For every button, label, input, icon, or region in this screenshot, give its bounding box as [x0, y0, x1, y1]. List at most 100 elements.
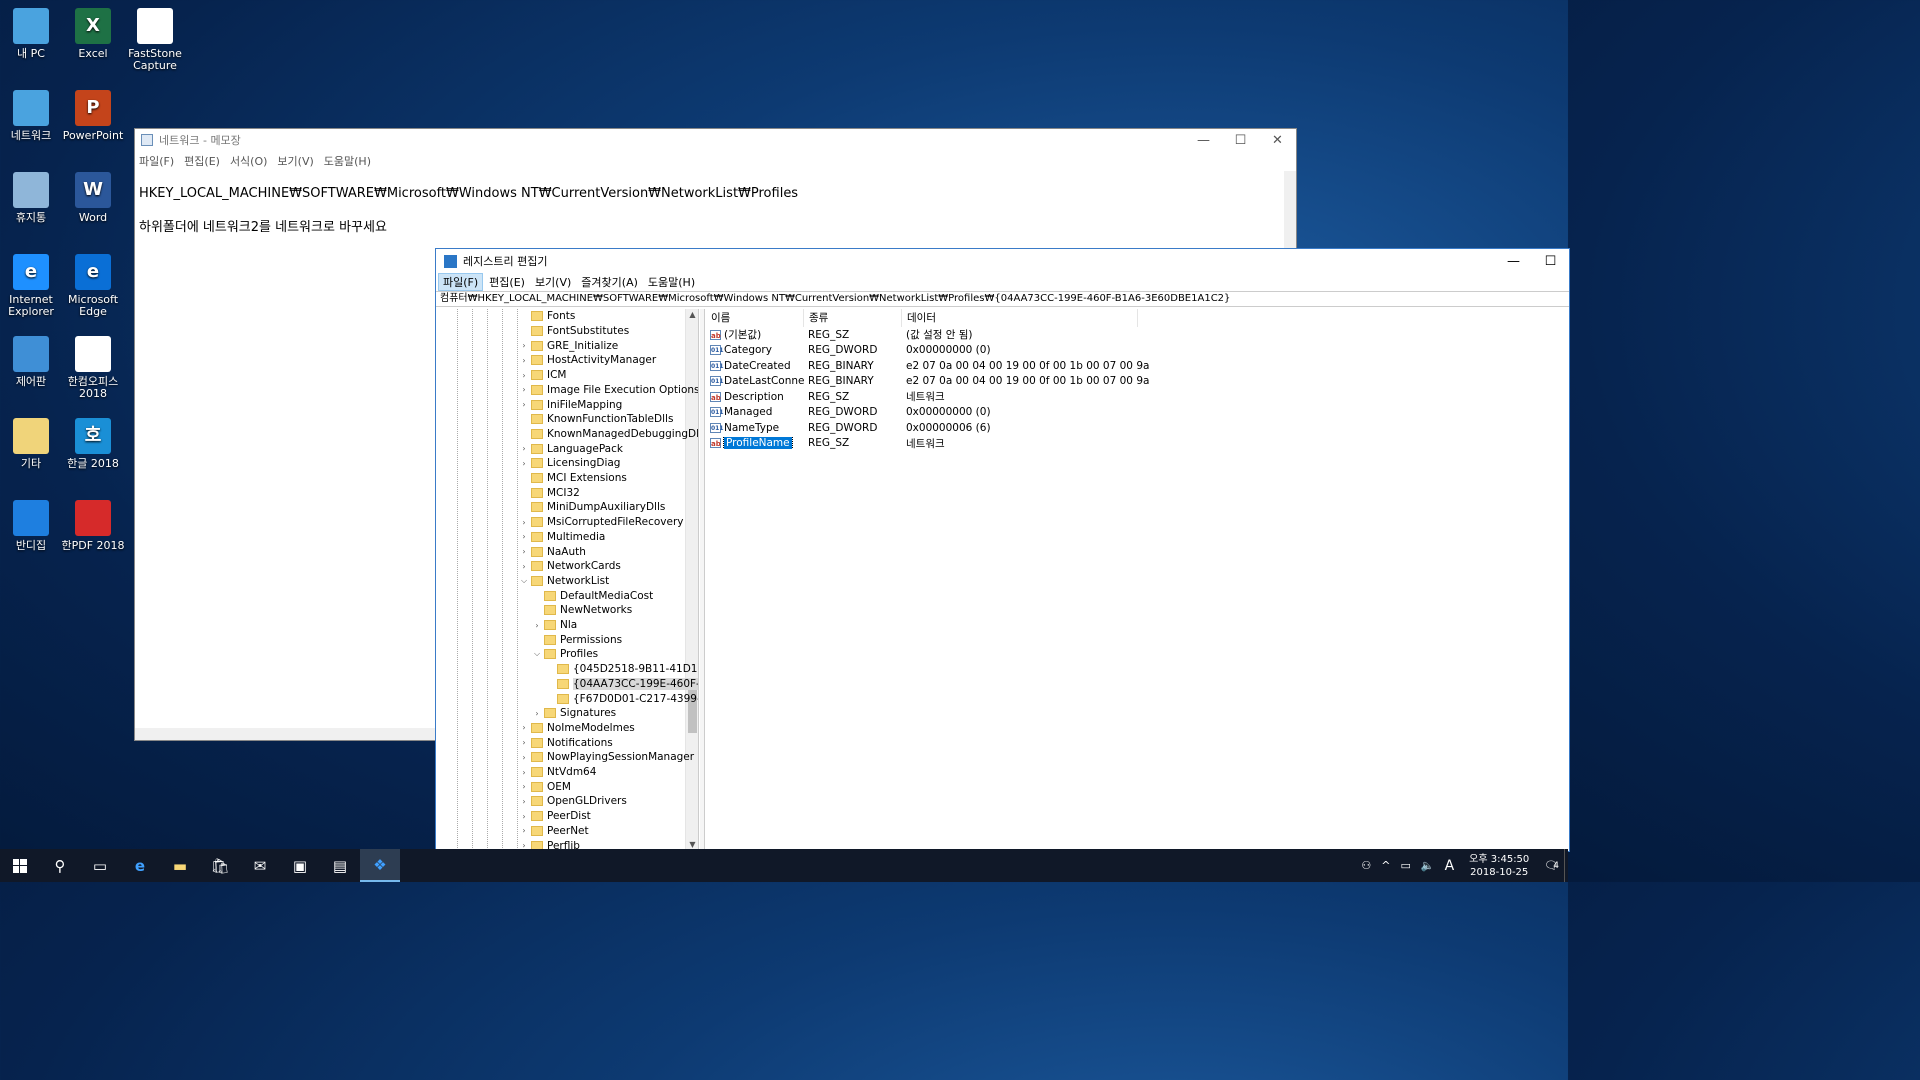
tree-item[interactable]: › NaAuth — [519, 544, 586, 559]
tree-item[interactable]: › Image File Execution Options — [519, 383, 698, 398]
tree-item[interactable]: › IniFileMapping — [519, 397, 622, 412]
minimize-button[interactable]: — — [1185, 129, 1222, 151]
tree-item[interactable]: KnownFunctionTableDlls — [519, 412, 673, 427]
value-row[interactable]: ab Description REG_SZ 네트워크 — [706, 389, 1568, 405]
search-button[interactable]: ⚲ — [40, 849, 80, 882]
desktop-icon[interactable]: X Excel — [60, 4, 126, 60]
taskbar-file-explorer[interactable]: ▬ — [160, 849, 200, 882]
tree-item[interactable]: NewNetworks — [532, 603, 632, 618]
menu-file[interactable]: 파일(F) — [438, 273, 484, 291]
tree-item[interactable]: › LicensingDiag — [519, 456, 620, 471]
tree-item[interactable]: MCI Extensions — [519, 471, 627, 486]
tree-item[interactable]: ⌵ Profiles — [532, 647, 598, 662]
start-button[interactable] — [0, 849, 40, 882]
registry-tree[interactable]: ▲ ▼ Fonts FontSubstitutes › GRE_Initialize ›… — [437, 309, 699, 850]
tree-item[interactable]: KnownManagedDebuggingDlls — [519, 427, 698, 442]
tree-item[interactable]: › NetworkCards — [519, 559, 620, 574]
tree-item[interactable]: › LanguagePack — [519, 441, 623, 456]
taskbar-regedit[interactable]: ❖ — [360, 849, 400, 882]
taskbar-mail[interactable]: ✉ — [240, 849, 280, 882]
value-row[interactable]: 011 Managed REG_DWORD 0x00000000 (0) — [706, 405, 1568, 421]
maximize-button[interactable]: ☐ — [1532, 249, 1569, 273]
taskbar-notepad[interactable]: ▤ — [320, 849, 360, 882]
chevron-down-icon[interactable]: ⌵ — [532, 649, 542, 659]
regedit-window[interactable]: 레지스트리 편집기 — ☐ 파일(F) 편집(E) 보기(V) 즐겨찾기(A) … — [435, 248, 1570, 852]
menu-help[interactable]: 도움말(H) — [324, 153, 371, 169]
value-row[interactable]: 011 DateCreated REG_BINARY e2 07 0a 00 04 0… — [706, 358, 1568, 374]
regedit-titlebar[interactable]: 레지스트리 편집기 — [436, 249, 1569, 273]
chevron-right-icon[interactable]: › — [519, 782, 529, 791]
tree-item[interactable]: Permissions — [532, 632, 622, 647]
tree-item[interactable]: › OpenGLDrivers — [519, 794, 626, 809]
desktop-icon[interactable]: e Microsoft Edge — [60, 250, 126, 318]
menu-view[interactable]: 보기(V) — [531, 274, 575, 290]
show-desktop-button[interactable] — [1564, 849, 1568, 882]
minimize-button[interactable]: — — [1495, 249, 1532, 273]
menu-help[interactable]: 도움말(H) — [644, 274, 699, 290]
value-row[interactable]: ab (기본값) REG_SZ (값 설정 안 됨) — [706, 327, 1568, 343]
tree-item[interactable]: › Notifications — [519, 735, 612, 750]
value-row[interactable]: 011 NameType REG_DWORD 0x00000006 (6) — [706, 420, 1568, 436]
close-button[interactable]: ✕ — [1259, 129, 1296, 151]
tree-item[interactable]: › NtVdm64 — [519, 765, 596, 780]
chevron-right-icon[interactable]: › — [519, 459, 529, 468]
desktop-icon[interactable]: 기타 — [0, 414, 64, 470]
tree-item[interactable]: › NowPlayingSessionManager — [519, 750, 694, 765]
chevron-right-icon[interactable]: › — [519, 723, 529, 732]
chevron-right-icon[interactable]: › — [532, 709, 542, 718]
tree-item[interactable]: › Multimedia — [519, 530, 605, 545]
desktop-icon[interactable]: P PowerPoint — [60, 86, 126, 142]
scroll-up-icon[interactable]: ▲ — [686, 310, 698, 319]
task-view-button[interactable]: ▭ — [80, 849, 120, 882]
people-icon[interactable]: ⚇ — [1361, 859, 1371, 872]
value-row[interactable]: ab ProfileName REG_SZ 네트워크 — [706, 436, 1568, 452]
tree-item[interactable]: › MsiCorruptedFileRecovery — [519, 515, 683, 530]
chevron-right-icon[interactable]: › — [519, 768, 529, 777]
tree-item[interactable]: › GRE_Initialize — [519, 338, 618, 353]
desktop-icon[interactable]: 한컴오피스 2018 — [60, 332, 126, 400]
menu-format[interactable]: 서식(O) — [230, 153, 267, 169]
value-row[interactable]: 011 Category REG_DWORD 0x00000000 (0) — [706, 343, 1568, 359]
value-row[interactable]: 011 DateLastConnec REG_BINARY e2 07 0a 00 0… — [706, 374, 1568, 390]
volume-muted-icon[interactable]: 🔈 — [1421, 859, 1435, 872]
chevron-right-icon[interactable]: › — [519, 562, 529, 571]
tree-item[interactable]: {045D2518-9B11-41D1- — [545, 662, 698, 677]
chevron-right-icon[interactable]: › — [519, 356, 529, 365]
tree-item[interactable]: MCI32 — [519, 485, 580, 500]
tree-item[interactable]: DefaultMediaCost — [532, 588, 653, 603]
network-icon[interactable]: ▭ — [1400, 859, 1410, 872]
values-list[interactable]: 이름 종류 데이터 ab (기본값) REG_SZ (값 설정 안 됨) 011 Cate… — [706, 309, 1568, 850]
chevron-right-icon[interactable]: › — [519, 812, 529, 821]
pane-splitter[interactable] — [700, 309, 705, 850]
chevron-right-icon[interactable]: › — [532, 621, 542, 630]
desktop-icon[interactable]: 호 한글 2018 — [60, 414, 126, 470]
tree-item[interactable]: › HostActivityManager — [519, 353, 656, 368]
desktop-icon[interactable]: 네트워크 — [0, 86, 64, 142]
chevron-up-icon[interactable]: ^ — [1381, 859, 1390, 872]
chevron-right-icon[interactable]: › — [519, 371, 529, 380]
taskbar-store[interactable]: 🛍 — [200, 849, 240, 882]
desktop-icon[interactable]: 제어판 — [0, 332, 64, 388]
chevron-right-icon[interactable]: › — [519, 547, 529, 556]
taskbar-app[interactable]: ▣ — [280, 849, 320, 882]
menu-edit[interactable]: 편집(E) — [184, 153, 220, 169]
desktop-icon[interactable]: W Word — [60, 168, 126, 224]
notepad-titlebar[interactable]: 네트워크 - 메모장 — [135, 129, 1296, 151]
chevron-right-icon[interactable]: › — [519, 753, 529, 762]
chevron-right-icon[interactable]: › — [519, 341, 529, 350]
menu-edit[interactable]: 편집(E) — [485, 274, 529, 290]
tree-item[interactable]: › ICM — [519, 368, 566, 383]
maximize-button[interactable]: ☐ — [1222, 129, 1259, 151]
desktop-icon[interactable]: e Internet Explorer — [0, 250, 64, 318]
chevron-right-icon[interactable]: › — [519, 400, 529, 409]
chevron-right-icon[interactable]: › — [519, 518, 529, 527]
desktop-icon[interactable]: 휴지통 — [0, 168, 64, 224]
desktop-icon[interactable]: 반디집 — [0, 496, 64, 552]
column-type[interactable]: 종류 — [804, 309, 902, 327]
address-bar[interactable]: 컴퓨터₩HKEY_LOCAL_MACHINE₩SOFTWARE₩Microsof… — [436, 291, 1569, 307]
chevron-right-icon[interactable]: › — [519, 738, 529, 747]
menu-file[interactable]: 파일(F) — [139, 153, 174, 169]
tree-item[interactable]: › OEM — [519, 779, 571, 794]
ime-indicator[interactable]: A — [1445, 858, 1455, 874]
desktop-icon[interactable]: 내 PC — [0, 4, 64, 60]
